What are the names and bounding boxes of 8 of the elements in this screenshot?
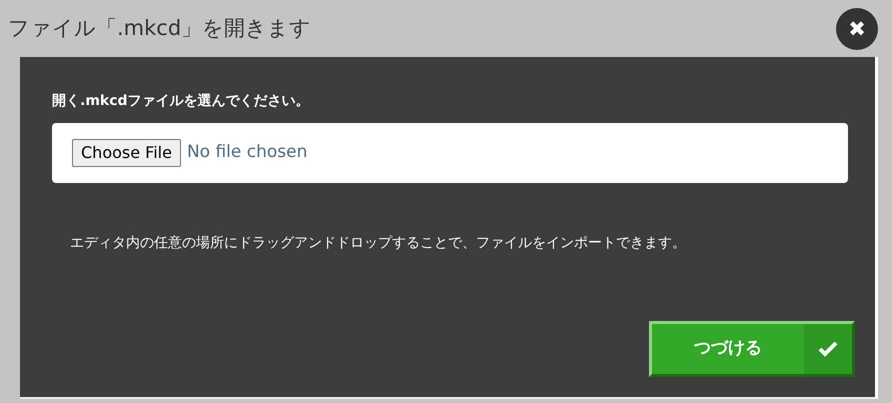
drag-drop-hint: エディタ内の任意の場所にドラッグアンドドロップすることで、ファイルをインポートできます。 [70,234,687,253]
file-label: 開く.mkcdファイルを選んでください。 [52,92,311,111]
file-status: No file chosen [186,141,308,164]
file-input[interactable]: Choose File No file chosen [52,123,848,183]
checkmark-icon [818,341,838,357]
close-button[interactable]: ✖ [836,8,878,50]
dialog-title: ファイル「.mkcd」を開きます [8,16,312,42]
choose-file-button[interactable]: Choose File [72,139,181,167]
